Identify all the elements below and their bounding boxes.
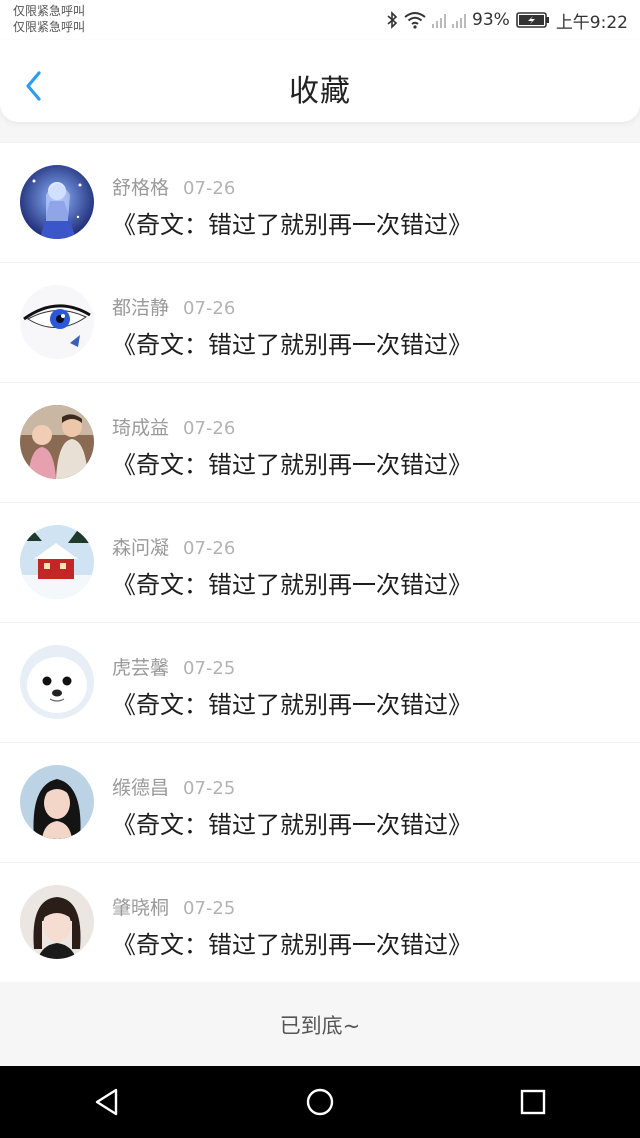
clock: 上午9:22 xyxy=(555,12,628,33)
carrier-line-2: 仅限紧急呼叫 xyxy=(13,20,86,34)
avatar xyxy=(20,525,94,599)
author-name: 肇晓桐 xyxy=(112,897,170,919)
avatar xyxy=(20,885,94,959)
list-item[interactable]: 琦成益 07-26 《奇文：错过了就别再一次错过》 xyxy=(0,382,640,502)
item-date: 07-25 xyxy=(183,778,236,799)
nav-recents-button[interactable] xyxy=(498,1072,568,1132)
item-meta: 舒格格 07-26 xyxy=(112,173,235,200)
avatar xyxy=(20,285,94,359)
author-name: 虎芸馨 xyxy=(112,657,170,679)
item-date: 07-26 xyxy=(183,178,236,199)
item-meta: 肇晓桐 07-25 xyxy=(112,893,235,920)
nav-back-button[interactable] xyxy=(72,1072,142,1132)
item-date: 07-26 xyxy=(183,538,236,559)
item-date: 07-26 xyxy=(183,418,236,439)
article-title[interactable]: 《奇文：错过了就别再一次错过》 xyxy=(112,925,472,960)
navigation-bar xyxy=(0,1066,640,1138)
page-header: 收藏 xyxy=(0,40,640,122)
article-title[interactable]: 《奇文：错过了就别再一次错过》 xyxy=(112,805,472,840)
list-end-text: 已到底~ xyxy=(279,1014,361,1038)
item-meta: 琦成益 07-26 xyxy=(112,413,235,440)
signal-icon xyxy=(432,12,447,28)
favorites-screen: 仅限紧急呼叫 仅限紧急呼叫 93% 上午9:22 收藏 舒格格 07-26 《奇… xyxy=(0,0,640,1138)
item-date: 07-25 xyxy=(183,658,236,679)
avatar xyxy=(20,165,94,239)
author-name: 舒格格 xyxy=(112,177,170,199)
list-item[interactable]: 虎芸馨 07-25 《奇文：错过了就别再一次错过》 xyxy=(0,622,640,742)
article-title[interactable]: 《奇文：错过了就别再一次错过》 xyxy=(112,325,472,360)
list-item[interactable]: 舒格格 07-26 《奇文：错过了就别再一次错过》 xyxy=(0,142,640,262)
item-meta: 虎芸馨 07-25 xyxy=(112,653,235,680)
item-meta: 缑德昌 07-25 xyxy=(112,773,235,800)
page-title: 收藏 xyxy=(289,74,351,109)
article-title[interactable]: 《奇文：错过了就别再一次错过》 xyxy=(112,565,472,600)
list-item[interactable]: 森问凝 07-26 《奇文：错过了就别再一次错过》 xyxy=(0,502,640,622)
author-name: 琦成益 xyxy=(112,417,170,439)
avatar xyxy=(20,645,94,719)
article-title[interactable]: 《奇文：错过了就别再一次错过》 xyxy=(112,445,472,480)
favorites-list: 舒格格 07-26 《奇文：错过了就别再一次错过》 都洁静 07-26 《奇文：错 xyxy=(0,142,640,982)
battery-percent: 93% xyxy=(472,10,510,30)
status-icons: 93% 上午9:22 xyxy=(386,8,628,33)
list-item[interactable]: 肇晓桐 07-25 《奇文：错过了就别再一次错过》 xyxy=(0,862,640,982)
avatar xyxy=(20,405,94,479)
battery-icon xyxy=(516,12,549,28)
avatar xyxy=(20,765,94,839)
list-item[interactable]: 都洁静 07-26 《奇文：错过了就别再一次错过》 xyxy=(0,262,640,382)
carrier-line-1: 仅限紧急呼叫 xyxy=(13,4,86,18)
list-item[interactable]: 缑德昌 07-25 《奇文：错过了就别再一次错过》 xyxy=(0,742,640,862)
item-date: 07-25 xyxy=(183,898,236,919)
nav-home-button[interactable] xyxy=(285,1072,355,1132)
home-circle-icon xyxy=(306,1088,334,1116)
author-name: 缑德昌 xyxy=(112,777,170,799)
author-name: 森问凝 xyxy=(112,537,170,559)
status-bar: 仅限紧急呼叫 仅限紧急呼叫 93% 上午9:22 xyxy=(0,0,640,40)
item-meta: 都洁静 07-26 xyxy=(112,293,235,320)
wifi-icon xyxy=(404,12,426,29)
back-triangle-icon xyxy=(95,1088,117,1116)
item-date: 07-26 xyxy=(183,298,236,319)
article-title[interactable]: 《奇文：错过了就别再一次错过》 xyxy=(112,685,472,720)
recents-square-icon xyxy=(521,1089,546,1115)
author-name: 都洁静 xyxy=(112,297,170,319)
signal-icon xyxy=(452,12,467,28)
article-title[interactable]: 《奇文：错过了就别再一次错过》 xyxy=(112,205,472,240)
carrier-text: 仅限紧急呼叫 仅限紧急呼叫 xyxy=(13,3,85,35)
item-meta: 森问凝 07-26 xyxy=(112,533,235,560)
bluetooth-icon xyxy=(387,11,398,29)
